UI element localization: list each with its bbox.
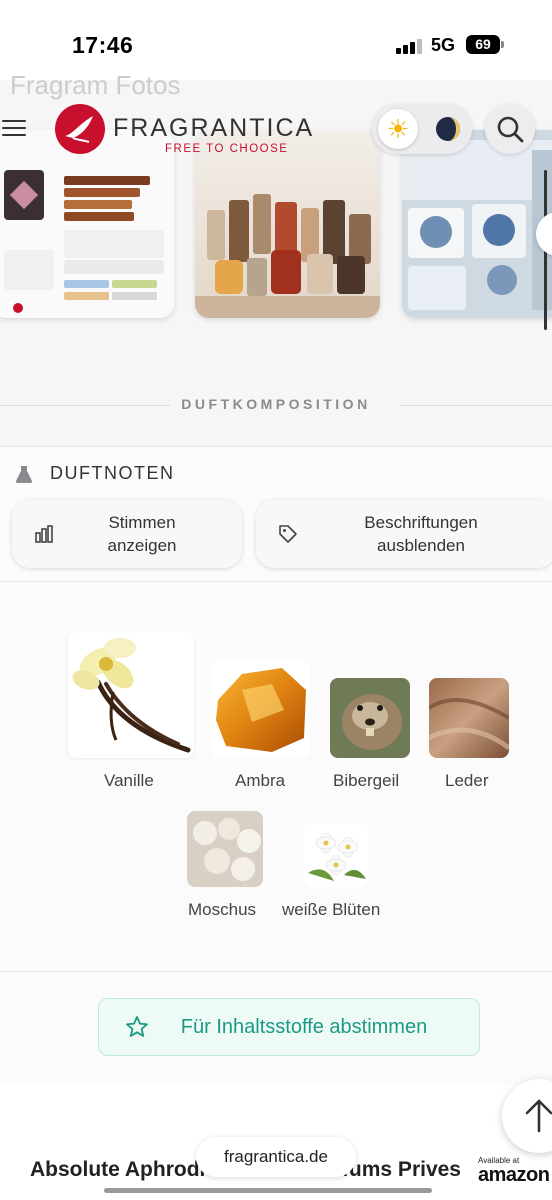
battery-tip [501, 41, 504, 48]
musk-icon [187, 811, 263, 887]
note-label: weiße Blüten [282, 900, 381, 919]
menu-icon[interactable] [2, 120, 28, 138]
battery-icon: 69 [466, 35, 500, 54]
home-indicator [104, 1188, 432, 1193]
note-label: Moschus [188, 900, 257, 919]
hide-labels-label: Beschriftungen ausblenden [364, 513, 478, 555]
signal-icon [396, 38, 422, 54]
brand-tagline: FREE TO CHOOSE [165, 143, 289, 155]
hide-labels-button[interactable]: Beschriftungen ausblenden [256, 500, 552, 568]
notes-title: DUFTNOTEN [50, 463, 175, 483]
note-label: Ambra [235, 771, 286, 790]
network-type: 5G [431, 35, 456, 55]
notes-divider-top [0, 581, 552, 582]
url-bar[interactable]: fragrantica.de [196, 1137, 356, 1177]
scroll-to-top-button[interactable] [502, 1079, 552, 1153]
status-bar: 17:46 5G 69 [0, 0, 552, 80]
theme-toggle[interactable]: ☀ [372, 104, 472, 154]
show-votes-label: Stimmen anzeigen [107, 513, 177, 555]
search-icon [497, 116, 524, 143]
moon-icon[interactable] [428, 109, 468, 149]
vote-ingredients-button[interactable]: Für Inhaltsstoffe abstimmen [98, 998, 480, 1056]
notes-divider-bottom [0, 971, 552, 972]
search-button[interactable] [485, 104, 535, 154]
leather-icon [429, 678, 509, 758]
star-icon [126, 1016, 148, 1037]
amazon-logo: amazon [478, 1164, 550, 1186]
note-label: Vanille [104, 771, 154, 790]
brand-name[interactable]: FRAGRANTICA [113, 114, 314, 143]
amber-icon [212, 660, 310, 758]
fragrantica-logo-icon[interactable] [55, 104, 105, 154]
amazon-badge[interactable]: Available at amazon [478, 1156, 550, 1186]
note-label: Leder [445, 771, 489, 790]
sun-icon[interactable]: ☀ [378, 109, 418, 149]
bar-chart-icon [35, 525, 53, 543]
flask-icon [15, 466, 33, 483]
show-votes-button[interactable]: Stimmen anzeigen [12, 500, 242, 568]
note-label: Bibergeil [333, 771, 400, 790]
vanilla-icon [68, 632, 194, 758]
vote-ingredients-label: Für Inhaltsstoffe abstimmen [180, 1016, 428, 1038]
tag-icon [279, 525, 297, 543]
site-header: FRAGRANTICA FREE TO CHOOSE ☀ [0, 80, 552, 170]
arrow-up-icon [525, 1099, 552, 1133]
white-flowers-icon [304, 823, 368, 887]
section-heading: DUFTKOMPOSITION [181, 396, 371, 412]
status-time: 17:46 [72, 32, 134, 58]
beaver-icon [330, 678, 410, 758]
